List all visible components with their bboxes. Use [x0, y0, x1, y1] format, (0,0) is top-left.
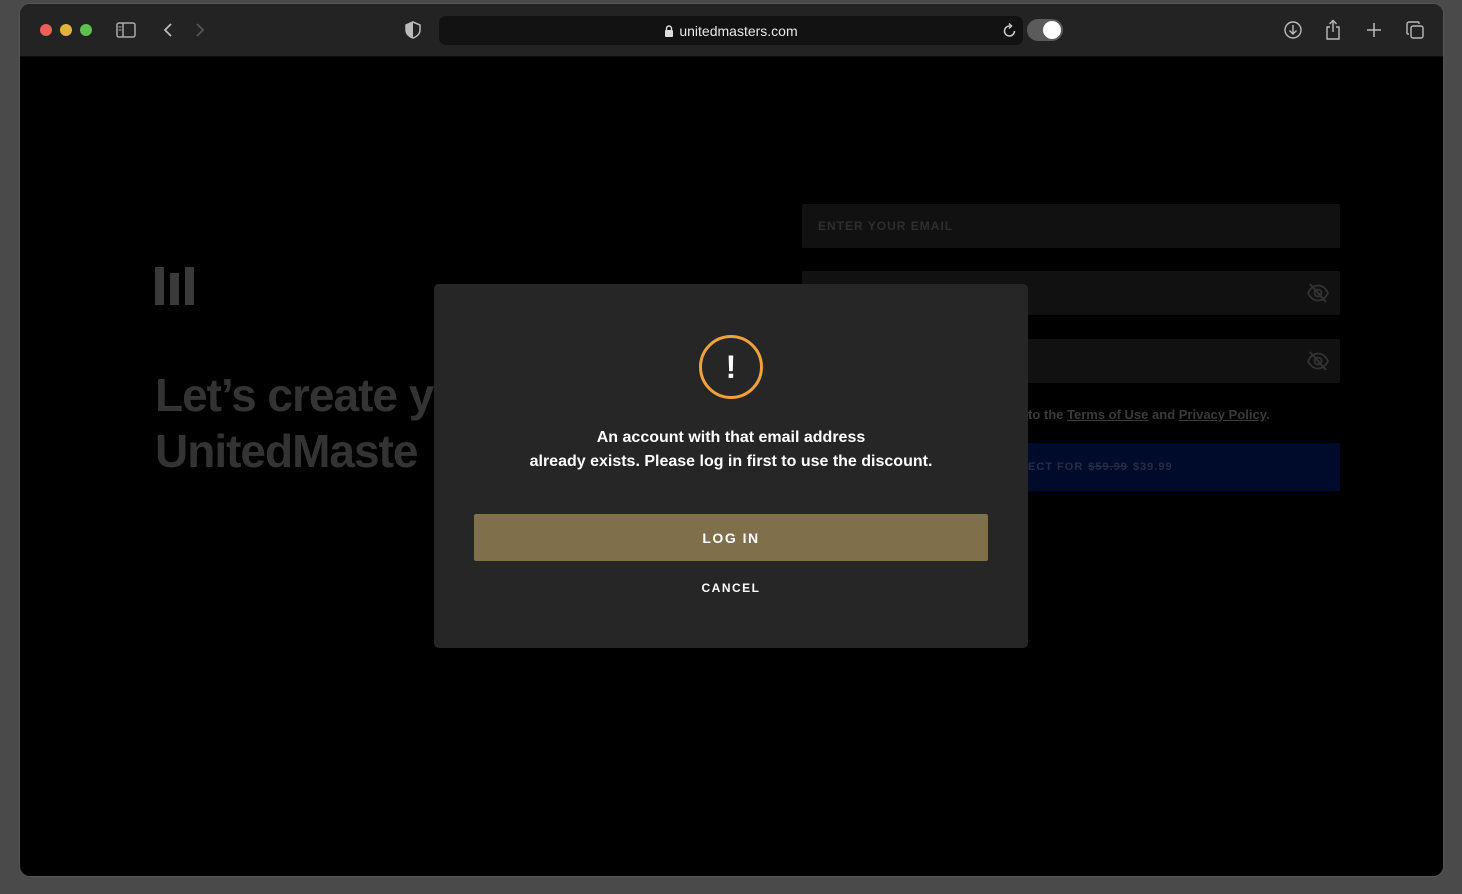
- browser-toolbar: unitedmasters.com: [20, 4, 1443, 57]
- url-text: unitedmasters.com: [679, 22, 798, 39]
- page-headline: Let’s create y UnitedMaste: [155, 369, 434, 477]
- account-exists-dialog: ! An account with that email address alr…: [434, 284, 1028, 648]
- zoom-window-button[interactable]: [80, 24, 92, 36]
- tabs-overview-icon[interactable]: [1403, 18, 1427, 42]
- exclamation-icon: !: [699, 335, 763, 399]
- address-bar[interactable]: unitedmasters.com: [439, 16, 1023, 45]
- share-icon[interactable]: [1321, 18, 1345, 42]
- forward-icon[interactable]: [188, 18, 212, 42]
- close-window-button[interactable]: [40, 24, 52, 36]
- toggle-switch[interactable]: [1027, 19, 1063, 41]
- sidebar-icon[interactable]: [114, 18, 138, 42]
- lock-icon: [664, 24, 674, 37]
- download-icon[interactable]: [1281, 18, 1305, 42]
- unitedmasters-logo-icon: [155, 267, 194, 305]
- terms-of-use-link[interactable]: Terms of Use: [1067, 407, 1148, 422]
- reload-icon[interactable]: [1003, 22, 1017, 41]
- dialog-message: An account with that email address alrea…: [529, 429, 933, 470]
- submit-button[interactable]: ECT FOR $59.99 $39.99: [1028, 443, 1340, 491]
- minimize-window-button[interactable]: [60, 24, 72, 36]
- cancel-button[interactable]: CANCEL: [681, 578, 781, 598]
- eye-slash-icon[interactable]: [1306, 282, 1330, 309]
- new-price: $39.99: [1132, 461, 1173, 473]
- new-tab-icon[interactable]: [1362, 18, 1386, 42]
- eye-slash-icon[interactable]: [1306, 350, 1330, 377]
- terms-text: to the Terms of Use and Privacy Policy.: [1028, 407, 1270, 422]
- shield-icon[interactable]: [401, 18, 425, 42]
- email-placeholder: ENTER YOUR EMAIL: [818, 219, 954, 233]
- back-icon[interactable]: [156, 18, 180, 42]
- log-in-button[interactable]: LOG IN: [474, 514, 988, 561]
- old-price: $59.99: [1088, 461, 1128, 473]
- email-field[interactable]: ENTER YOUR EMAIL: [802, 204, 1340, 248]
- privacy-policy-link[interactable]: Privacy Policy: [1179, 407, 1266, 422]
